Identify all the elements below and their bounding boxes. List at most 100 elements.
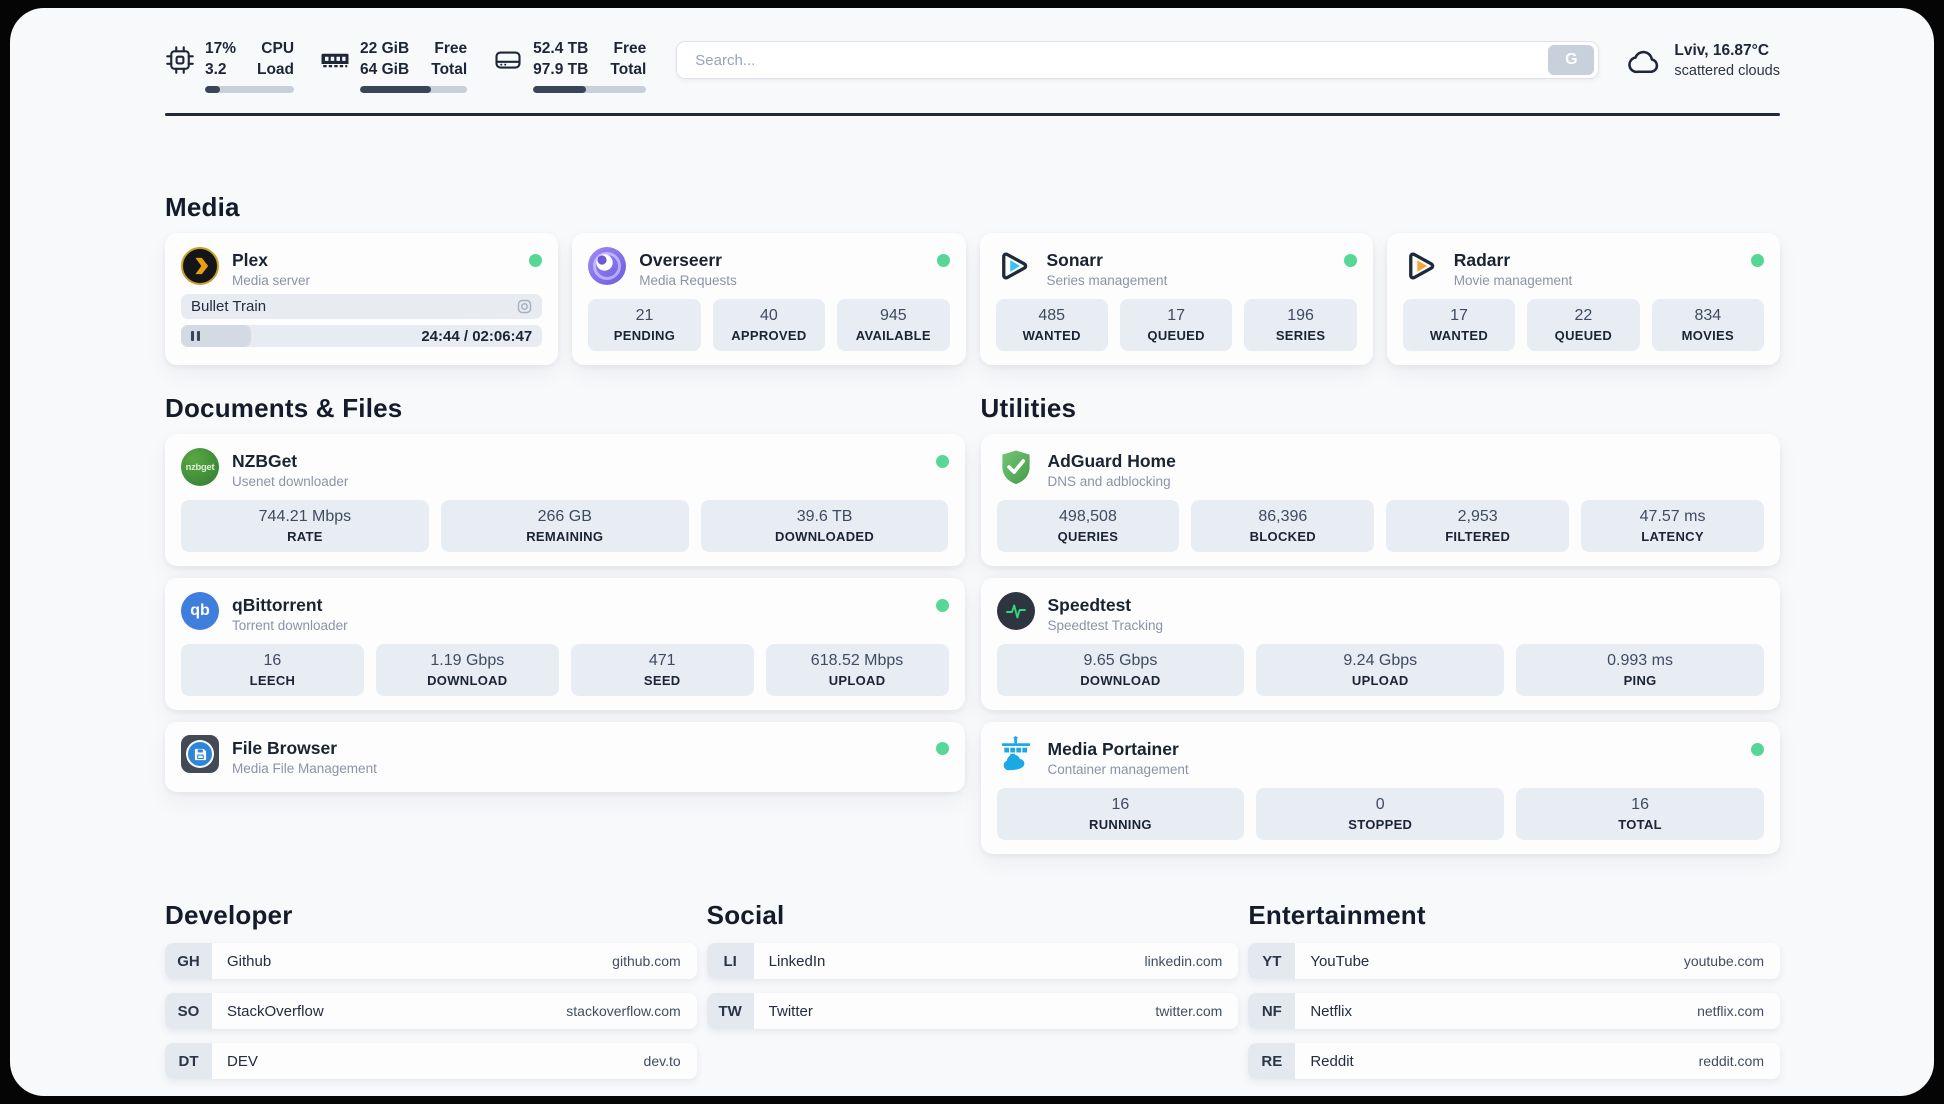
bookmark-dev[interactable]: DT DEV dev.to bbox=[165, 1043, 697, 1079]
speedtest-card[interactable]: Speedtest Speedtest Tracking 9.65 Gbps D… bbox=[980, 578, 1780, 710]
portainer-card[interactable]: Media Portainer Container management 16 … bbox=[980, 722, 1780, 854]
dashboard-page: 17% 3.2 CPU Load 22 GiB 64 GiB Free Tota… bbox=[10, 8, 1934, 1096]
adguard-card[interactable]: AdGuard Home DNS and adblocking 498,508 … bbox=[980, 434, 1780, 566]
qbittorrent-icon: qb bbox=[181, 592, 219, 630]
bookmark-name: Twitter bbox=[768, 1002, 813, 1020]
app-subtitle: Usenet downloader bbox=[232, 473, 349, 489]
bookmark-linkedin[interactable]: LI LinkedIn linkedin.com bbox=[706, 943, 1239, 979]
section-title-documents: Documents & Files bbox=[165, 393, 403, 423]
status-dot bbox=[935, 455, 949, 468]
bookmark-abbr: NF bbox=[1248, 993, 1296, 1029]
bookmark-name: DEV bbox=[227, 1052, 258, 1070]
stat-box: 498,508 QUERIES bbox=[996, 500, 1180, 552]
bookmark-abbr: TW bbox=[706, 993, 754, 1029]
app-title: Sonarr bbox=[1046, 249, 1103, 270]
disk-total-label: Total bbox=[610, 61, 647, 78]
radarr-card[interactable]: Radarr Movie management 17 WANTED 22 QUE… bbox=[1386, 233, 1780, 365]
playback-progress-bar: 24:44 / 02:06:47 bbox=[181, 325, 543, 347]
bookmark-reddit[interactable]: RE Reddit reddit.com bbox=[1248, 1043, 1780, 1079]
social-group: Social LI LinkedIn linkedin.com TW Twitt… bbox=[706, 900, 1239, 1029]
app-subtitle: Media Requests bbox=[639, 272, 737, 288]
section-title-utilities: Utilities bbox=[980, 393, 1077, 423]
header-divider bbox=[165, 113, 1780, 116]
cpu-load-label: Load bbox=[257, 61, 295, 78]
status-dot bbox=[1343, 254, 1357, 267]
nzbget-icon: nzbget bbox=[181, 448, 219, 486]
stat-box: 9.65 Gbps DOWNLOAD bbox=[996, 644, 1245, 696]
disk-icon bbox=[493, 45, 523, 93]
app-title: Radarr bbox=[1453, 249, 1511, 270]
app-title: NZBGet bbox=[232, 450, 298, 471]
utilities-column: Utilities AdGuard Home DNS and adblockin… bbox=[980, 393, 1780, 854]
stat-box: 16 TOTAL bbox=[1516, 788, 1764, 840]
bookmark-url: netflix.com bbox=[1697, 1003, 1764, 1019]
plex-icon bbox=[181, 247, 219, 285]
stat-box: 744.21 Mbps RATE bbox=[181, 500, 429, 552]
sonarr-card[interactable]: Sonarr Series management 485 WANTED 17 Q… bbox=[979, 233, 1373, 365]
section-title-developer: Developer bbox=[165, 900, 293, 930]
stat-box: 17 WANTED bbox=[1402, 299, 1516, 351]
bookmark-abbr: SO bbox=[165, 993, 212, 1029]
disk-widget: 52.4 TB 97.9 TB Free Total bbox=[493, 38, 647, 93]
stat-box: 16 LEECH bbox=[181, 644, 364, 696]
app-subtitle: Media File Management bbox=[232, 760, 377, 776]
memory-total-label: Total bbox=[431, 61, 468, 78]
weather-condition: scattered clouds bbox=[1674, 63, 1780, 79]
bookmark-twitter[interactable]: TW Twitter twitter.com bbox=[706, 993, 1239, 1029]
qbittorrent-card[interactable]: qb qBittorrent Torrent downloader 16 LEE… bbox=[165, 578, 965, 710]
bookmark-stackoverflow[interactable]: SO StackOverflow stackoverflow.com bbox=[165, 993, 697, 1029]
pause-icon[interactable] bbox=[191, 331, 200, 341]
bookmark-abbr: LI bbox=[706, 943, 754, 979]
bookmark-url: stackoverflow.com bbox=[566, 1003, 681, 1019]
media-grid: Plex Media server Bullet Train 24:44 / 0 bbox=[165, 233, 1780, 365]
documents-column: Documents & Files nzbget NZBGet Usenet d… bbox=[165, 393, 965, 854]
filebrowser-icon bbox=[181, 735, 219, 773]
bookmark-github[interactable]: GH Github github.com bbox=[165, 943, 697, 979]
app-subtitle: Container management bbox=[1047, 761, 1189, 777]
plex-card[interactable]: Plex Media server Bullet Train 24:44 / 0 bbox=[165, 233, 559, 365]
bookmark-url: linkedin.com bbox=[1144, 953, 1223, 969]
nzbget-card[interactable]: nzbget NZBGet Usenet downloader 744.21 M… bbox=[165, 434, 965, 566]
app-title: Speedtest bbox=[1047, 594, 1132, 615]
system-widgets: 17% 3.2 CPU Load 22 GiB 64 GiB Free Tota… bbox=[165, 38, 647, 93]
now-playing-title: Bullet Train bbox=[191, 298, 267, 315]
stat-box: 618.52 Mbps UPLOAD bbox=[765, 644, 949, 696]
portainer-icon bbox=[997, 736, 1035, 774]
bookmark-abbr: RE bbox=[1248, 1043, 1296, 1079]
search-input[interactable] bbox=[676, 41, 1600, 79]
filebrowser-card[interactable]: File Browser Media File Management bbox=[165, 722, 965, 792]
cpu-percent: 17% bbox=[205, 40, 237, 57]
session-screen-icon[interactable] bbox=[517, 299, 532, 314]
google-search-button[interactable]: G bbox=[1548, 45, 1595, 75]
bookmark-url: twitter.com bbox=[1155, 1003, 1223, 1019]
memory-total-value: 64 GiB bbox=[360, 61, 410, 78]
overseerr-card[interactable]: Overseerr Media Requests 21 PENDING 40 A… bbox=[572, 233, 966, 365]
entertainment-group: Entertainment YT YouTube youtube.com NF … bbox=[1248, 900, 1780, 1079]
disk-free-value: 52.4 TB bbox=[533, 40, 589, 57]
app-subtitle: DNS and adblocking bbox=[1047, 473, 1171, 489]
stat-box: 266 GB REMAINING bbox=[440, 500, 689, 552]
cpu-load-value: 3.2 bbox=[205, 61, 227, 78]
stat-box: 834 MOVIES bbox=[1651, 299, 1765, 351]
app-subtitle: Series management bbox=[1046, 272, 1168, 288]
status-dot bbox=[1751, 743, 1764, 756]
app-title: Media Portainer bbox=[1047, 738, 1179, 759]
bookmark-netflix[interactable]: NF Netflix netflix.com bbox=[1248, 993, 1780, 1029]
bookmark-url: dev.to bbox=[643, 1053, 681, 1069]
stat-box: 485 WANTED bbox=[995, 299, 1108, 351]
bookmark-youtube[interactable]: YT YouTube youtube.com bbox=[1248, 943, 1780, 979]
status-dot bbox=[936, 254, 950, 267]
bookmark-name: StackOverflow bbox=[227, 1002, 324, 1020]
adguard-icon bbox=[997, 448, 1035, 486]
stat-box: 16 RUNNING bbox=[996, 788, 1245, 840]
stat-box: 39.6 TB DOWNLOADED bbox=[700, 500, 949, 552]
cpu-label: CPU bbox=[261, 40, 295, 57]
overseerr-icon bbox=[588, 247, 627, 285]
status-dot bbox=[935, 742, 949, 755]
weather-location: Lviv, 16.87°C bbox=[1674, 42, 1770, 59]
status-dot bbox=[935, 599, 949, 612]
bookmark-abbr: YT bbox=[1248, 943, 1296, 979]
playback-time: 24:44 / 02:06:47 bbox=[421, 327, 533, 345]
memory-free-label: Free bbox=[434, 40, 468, 57]
stat-box: 0 STOPPED bbox=[1256, 788, 1505, 840]
